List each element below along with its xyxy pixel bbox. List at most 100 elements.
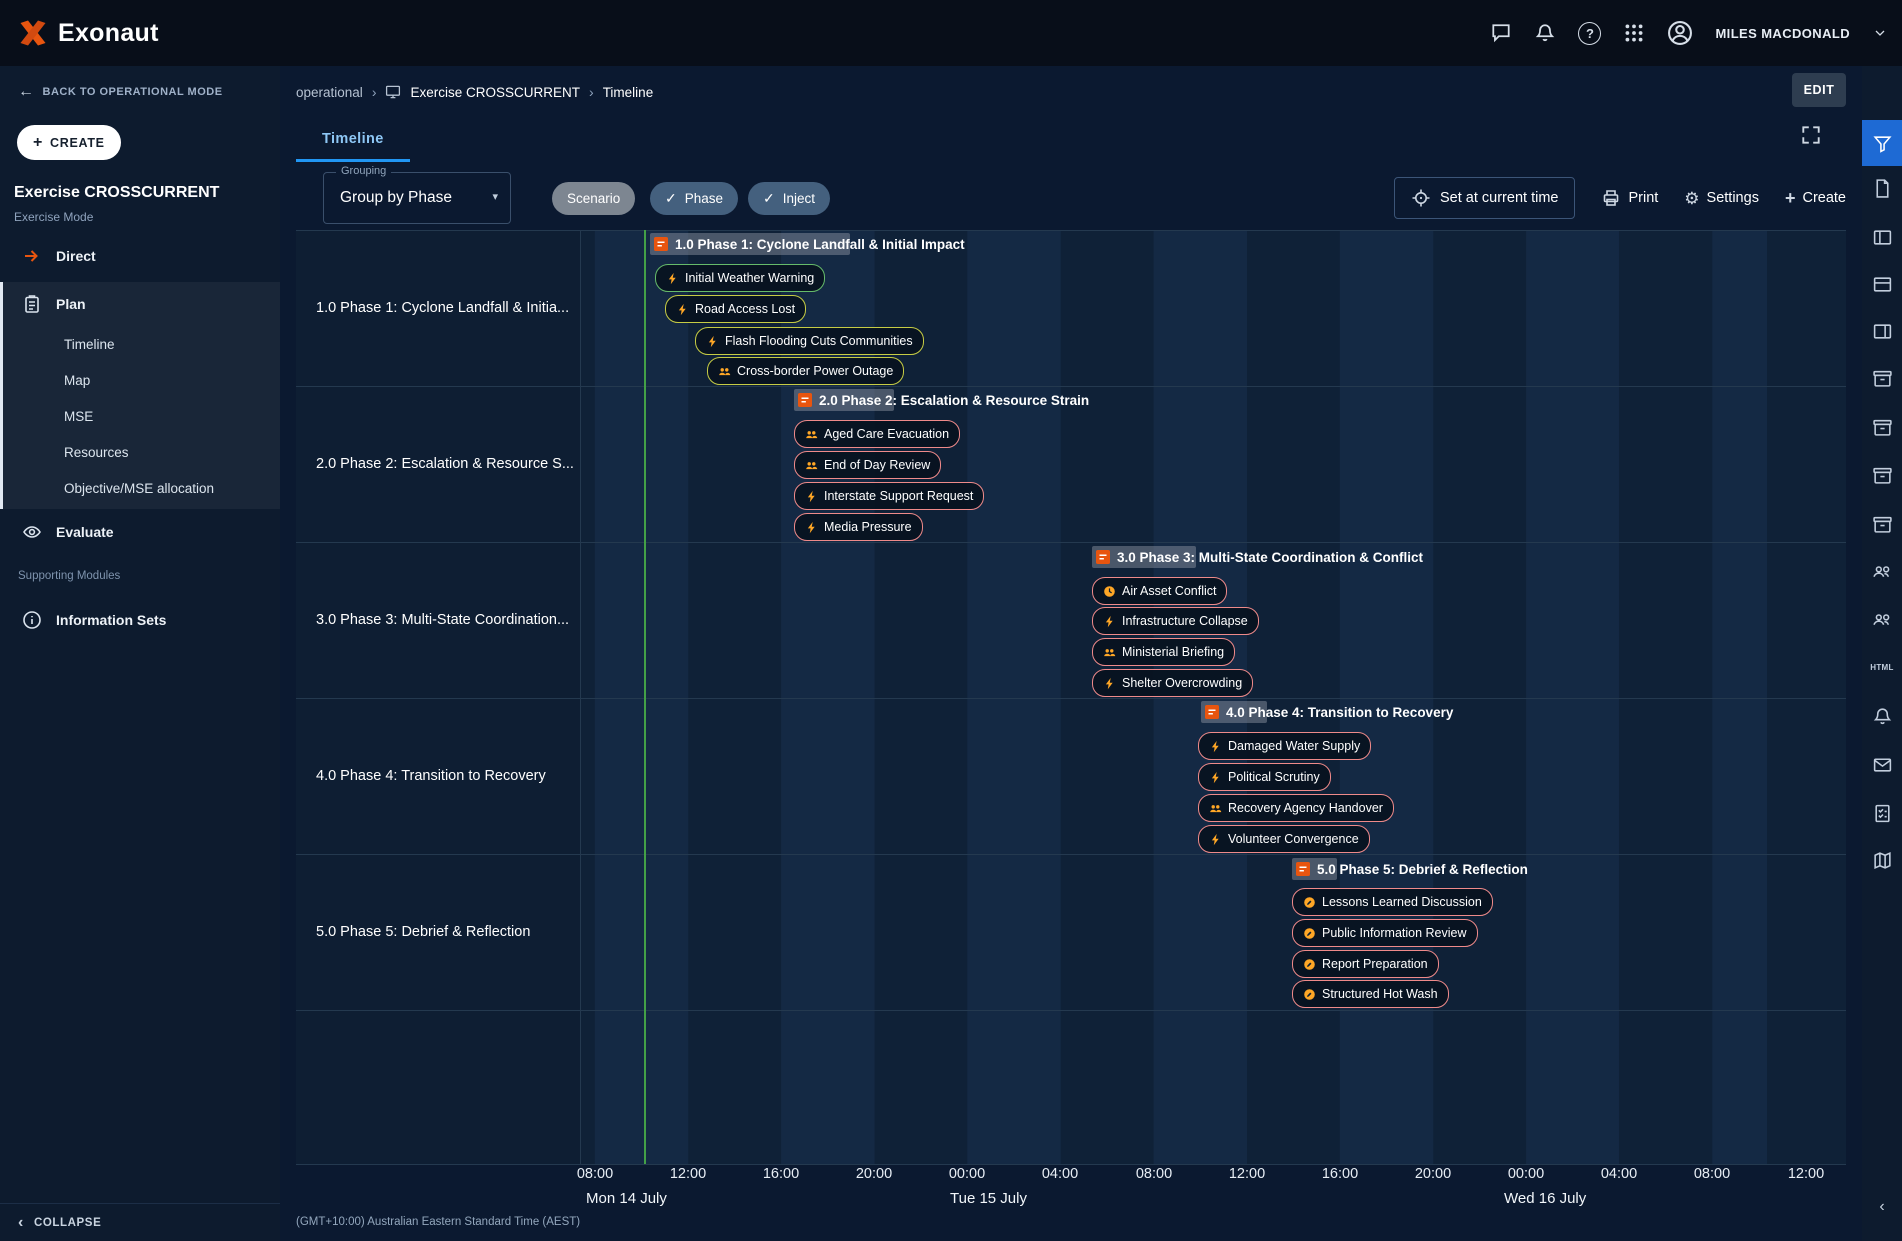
inject-bar[interactable]: Damaged Water Supply xyxy=(1198,732,1371,760)
rail-archive-button-4[interactable] xyxy=(1862,507,1902,541)
rail-html-button[interactable]: HTML xyxy=(1862,650,1902,684)
back-to-operational-mode-link[interactable]: ← BACK TO OPERATIONAL MODE xyxy=(18,84,223,100)
rail-notifications-button[interactable] xyxy=(1862,699,1902,733)
rail-layout-button-3[interactable] xyxy=(1862,314,1902,348)
grouping-select[interactable]: Grouping Group by Phase ▾ xyxy=(323,172,511,224)
row-divider xyxy=(296,854,1846,855)
breadcrumb-item-exercise[interactable]: Exercise CROSSCURRENT xyxy=(410,85,580,100)
back-arrow-icon: ← xyxy=(18,84,35,100)
inject-label: Recovery Agency Handover xyxy=(1228,801,1383,815)
rail-archive-button-3[interactable] xyxy=(1862,458,1902,492)
timeline-actions: Set at current time Print ⚙ Settings + C… xyxy=(1394,178,1846,218)
sidebar-collapse-button[interactable]: ‹ COLLAPSE xyxy=(0,1203,280,1241)
rail-archive-button-1[interactable] xyxy=(1862,361,1902,395)
sidebar-item-mse[interactable]: MSE xyxy=(3,398,280,434)
chip-phase[interactable]: ✓ Phase xyxy=(650,182,738,215)
phase-bar-label: 3.0 Phase 3: Multi-State Coordination & … xyxy=(1096,546,1423,568)
inject-bar[interactable]: Flash Flooding Cuts Communities xyxy=(695,327,924,355)
inject-bar[interactable]: Road Access Lost xyxy=(665,295,806,323)
phase-bar-text: 1.0 Phase 1: Cyclone Landfall & Initial … xyxy=(675,237,965,252)
notifications-icon[interactable] xyxy=(1534,22,1556,44)
inject-label: Cross-border Power Outage xyxy=(737,364,893,378)
tasks-icon xyxy=(1872,803,1893,824)
phase-icon xyxy=(1296,862,1310,876)
inject-bar[interactable]: Political Scrutiny xyxy=(1198,763,1331,791)
rail-tasks-button[interactable] xyxy=(1862,796,1902,830)
inject-bar[interactable]: Structured Hot Wash xyxy=(1292,980,1449,1008)
printer-icon xyxy=(1601,188,1621,208)
inject-bar[interactable]: Public Information Review xyxy=(1292,919,1478,947)
inject-label: Shelter Overcrowding xyxy=(1122,676,1242,690)
create-inject-button[interactable]: + Create xyxy=(1785,189,1846,207)
inject-bar[interactable]: Interstate Support Request xyxy=(794,482,984,510)
inject-bar[interactable]: Infrastructure Collapse xyxy=(1092,607,1259,635)
tab-timeline[interactable]: Timeline xyxy=(296,118,410,162)
user-name[interactable]: MILES MACDONALD xyxy=(1715,26,1850,41)
chevron-down-icon[interactable] xyxy=(1872,25,1888,41)
inject-bar[interactable]: Initial Weather Warning xyxy=(655,264,825,292)
rail-layout-button-1[interactable] xyxy=(1862,220,1902,254)
edit-icon xyxy=(1303,958,1316,971)
sidebar-item-timeline[interactable]: Timeline xyxy=(3,326,280,362)
sidebar-item-direct[interactable]: Direct xyxy=(0,236,280,276)
inject-label: Air Asset Conflict xyxy=(1122,584,1216,598)
inject-bar[interactable]: Cross-border Power Outage xyxy=(707,357,904,385)
inject-bar[interactable]: Shelter Overcrowding xyxy=(1092,669,1253,697)
rail-layout-button-2[interactable] xyxy=(1862,267,1902,301)
rail-collapse-button[interactable]: ‹ xyxy=(1862,1190,1902,1224)
sidebar-item-objective-mse-allocation[interactable]: Objective/MSE allocation xyxy=(3,470,280,506)
rail-map-button[interactable] xyxy=(1862,843,1902,877)
bell-icon xyxy=(1872,706,1893,727)
inject-label: Lessons Learned Discussion xyxy=(1322,895,1482,909)
inject-bar[interactable]: Ministerial Briefing xyxy=(1092,638,1235,666)
help-icon[interactable]: ? xyxy=(1578,22,1601,45)
rail-groups-button-2[interactable] xyxy=(1862,602,1902,636)
fullscreen-button[interactable] xyxy=(1800,124,1822,151)
inject-bar[interactable]: Report Preparation xyxy=(1292,950,1439,978)
inject-bar[interactable]: Recovery Agency Handover xyxy=(1198,794,1394,822)
set-current-time-button[interactable]: Set at current time xyxy=(1394,177,1575,219)
clock-icon xyxy=(1103,585,1116,598)
settings-button[interactable]: ⚙ Settings xyxy=(1684,190,1759,207)
bolt-icon xyxy=(805,521,818,534)
edit-button[interactable]: EDIT xyxy=(1792,73,1846,107)
sidebar-item-resources[interactable]: Resources xyxy=(3,434,280,470)
print-button[interactable]: Print xyxy=(1601,188,1658,208)
chip-scenario[interactable]: Scenario xyxy=(552,182,635,215)
chip-inject[interactable]: ✓ Inject xyxy=(748,182,830,215)
main-content: operational › Exercise CROSSCURRENT › Ti… xyxy=(280,66,1862,1241)
inject-bar[interactable]: End of Day Review xyxy=(794,451,941,479)
rail-document-button[interactable] xyxy=(1862,171,1902,205)
plan-icon xyxy=(22,294,42,314)
sidebar-item-map[interactable]: Map xyxy=(3,362,280,398)
inject-label: Infrastructure Collapse xyxy=(1122,614,1248,628)
time-tick: 12:00 xyxy=(1229,1166,1265,1182)
inject-bar[interactable]: Media Pressure xyxy=(794,513,923,541)
sidebar-item-label: Evaluate xyxy=(56,524,114,540)
bolt-icon xyxy=(676,303,689,316)
inject-bar[interactable]: Air Asset Conflict xyxy=(1092,577,1227,605)
apps-icon[interactable] xyxy=(1623,22,1645,44)
rail-archive-button-2[interactable] xyxy=(1862,410,1902,444)
filter-button-active[interactable] xyxy=(1862,120,1902,166)
chat-icon[interactable] xyxy=(1490,22,1512,44)
rail-mail-button[interactable] xyxy=(1862,747,1902,781)
sidebar-item-plan[interactable]: Plan xyxy=(3,282,280,326)
inject-bar[interactable]: Volunteer Convergence xyxy=(1198,825,1370,853)
sidebar-item-information-sets[interactable]: Information Sets xyxy=(0,600,280,640)
inject-label: Media Pressure xyxy=(824,520,912,534)
phase-bar-text: 2.0 Phase 2: Escalation & Resource Strai… xyxy=(819,393,1089,408)
inject-bar[interactable]: Lessons Learned Discussion xyxy=(1292,888,1493,916)
people-icon xyxy=(805,428,818,441)
rail-groups-button-1[interactable] xyxy=(1862,554,1902,588)
archive-icon xyxy=(1872,417,1893,438)
fullscreen-icon xyxy=(1800,124,1822,146)
sidebar-item-evaluate[interactable]: Evaluate xyxy=(0,512,280,552)
time-tick: 08:00 xyxy=(1136,1166,1172,1182)
create-button[interactable]: + CREATE xyxy=(17,125,121,160)
account-icon[interactable] xyxy=(1667,20,1693,46)
inject-bar[interactable]: Aged Care Evacuation xyxy=(794,420,960,448)
info-icon xyxy=(22,610,42,630)
direct-arrow-icon xyxy=(22,246,42,266)
breadcrumb-item-operational[interactable]: operational xyxy=(296,85,363,100)
